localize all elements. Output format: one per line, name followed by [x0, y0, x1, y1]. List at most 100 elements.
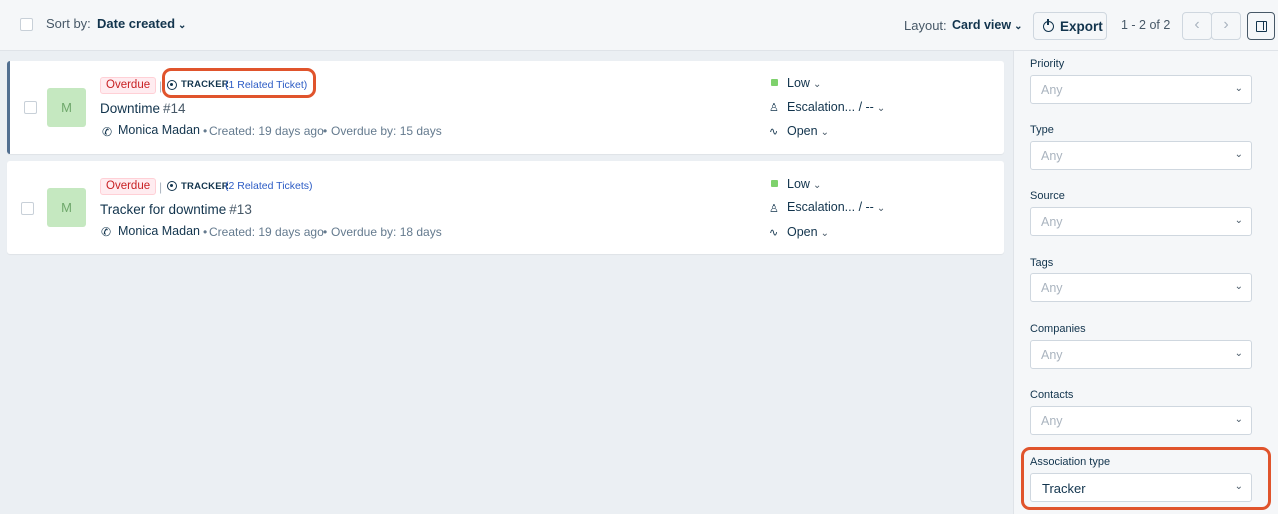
- status-value: Open: [787, 124, 818, 138]
- related-tickets-link[interactable]: (2 Related Tickets): [225, 180, 313, 192]
- chevron-down-icon: ⌄: [1234, 215, 1243, 226]
- tracker-icon: [167, 181, 177, 191]
- priority-value: Low: [787, 177, 810, 191]
- priority-value: Low: [787, 76, 810, 90]
- toolbar: Sort by: Date created ⌄ Layout: Card view…: [0, 0, 1278, 51]
- chevron-down-icon: ⌄: [1234, 348, 1243, 359]
- layout-label: Layout:: [904, 18, 947, 33]
- avatar: M: [47, 88, 86, 127]
- filter-type-value: Any: [1041, 149, 1063, 163]
- priority-dropdown[interactable]: Low ⌄: [787, 76, 821, 90]
- annotation-highlight: [162, 68, 316, 98]
- status-dropdown[interactable]: Open ⌄: [787, 124, 829, 138]
- filter-companies-value: Any: [1041, 348, 1063, 362]
- layout-dropdown[interactable]: Card view ⌄: [952, 18, 1022, 32]
- phone-icon: ✆: [101, 225, 112, 239]
- chevron-down-icon: ⌄: [876, 103, 886, 114]
- status-icon: ∿: [769, 126, 779, 138]
- chevron-down-icon: ⌄: [178, 20, 187, 31]
- priority-indicator: [771, 180, 778, 187]
- prev-page-button[interactable]: ‹: [1182, 12, 1212, 40]
- export-icon: [1043, 19, 1054, 32]
- ticket-number: #13: [229, 202, 252, 217]
- ticket-title-text: Downtime: [100, 101, 161, 116]
- contact-name[interactable]: Monica Madan: [118, 224, 200, 238]
- ticket-checkbox[interactable]: [24, 101, 37, 114]
- chevron-down-icon: ⌄: [1234, 281, 1243, 292]
- ticket-number: #14: [163, 101, 186, 116]
- group-agent-value: Escalation... / --: [787, 100, 874, 114]
- filter-contacts-select[interactable]: Any ⌄: [1030, 406, 1252, 435]
- created-time: Created: 19 days ago: [209, 225, 324, 239]
- filter-label-priority: Priority: [1030, 58, 1065, 70]
- status-dropdown[interactable]: Open ⌄: [787, 225, 829, 239]
- chevron-left-icon: ‹: [1194, 16, 1200, 33]
- select-all-checkbox[interactable]: [20, 18, 33, 31]
- chevron-down-icon: ⌄: [1234, 149, 1243, 160]
- filter-companies-select[interactable]: Any ⌄: [1030, 340, 1252, 369]
- chevron-down-icon: ⌄: [876, 203, 886, 214]
- chevron-down-icon: ⌄: [820, 228, 829, 239]
- status-icon: ∿: [769, 227, 779, 239]
- chevron-down-icon: ⌄: [812, 180, 822, 191]
- filter-type-select[interactable]: Any ⌄: [1030, 141, 1252, 170]
- filter-source-value: Any: [1041, 215, 1063, 229]
- group-agent-dropdown[interactable]: Escalation... / -- ⌄: [787, 200, 885, 214]
- contact-name[interactable]: Monica Madan: [118, 123, 200, 137]
- filter-tags-select[interactable]: Any ⌄: [1030, 273, 1252, 302]
- overdue-time: Overdue by: 15 days: [331, 124, 442, 138]
- chevron-down-icon: ⌄: [812, 79, 822, 90]
- filter-label-contacts: Contacts: [1030, 389, 1074, 401]
- ticket-checkbox[interactable]: [21, 202, 34, 215]
- sort-dropdown[interactable]: Date created ⌄: [97, 16, 186, 31]
- overdue-time: Overdue by: 18 days: [331, 225, 442, 239]
- separator-dot: •: [323, 124, 328, 138]
- filter-label-companies: Companies: [1030, 323, 1086, 335]
- separator-dot: •: [203, 124, 208, 138]
- filter-priority-value: Any: [1041, 83, 1063, 97]
- ticket-title-text: Tracker for downtime: [100, 202, 227, 217]
- filter-label-type: Type: [1030, 124, 1054, 136]
- next-page-button[interactable]: ›: [1211, 12, 1241, 40]
- chevron-down-icon: ⌄: [1234, 83, 1243, 94]
- pagination-info: 1 - 2 of 2: [1121, 18, 1171, 32]
- separator: |: [159, 180, 163, 194]
- filter-label-source: Source: [1030, 190, 1065, 202]
- export-label: Export: [1060, 19, 1103, 34]
- separator-dot: •: [203, 225, 208, 239]
- status-value: Open: [787, 225, 818, 239]
- ticket-card[interactable]: M Overdue | TRACKER (1 Related Ticket) D…: [7, 61, 1004, 154]
- avatar: M: [47, 188, 86, 227]
- priority-dropdown[interactable]: Low ⌄: [787, 177, 821, 191]
- user-icon: ♙: [769, 203, 779, 215]
- ticket-title[interactable]: Tracker for downtime #13: [100, 202, 252, 217]
- priority-indicator: [771, 79, 778, 86]
- ticket-card[interactable]: M Overdue | TRACKER (2 Related Tickets) …: [7, 161, 1004, 254]
- group-agent-dropdown[interactable]: Escalation... / -- ⌄: [787, 100, 885, 114]
- sort-label: Sort by:: [46, 16, 91, 31]
- phone-icon: ✆: [102, 125, 113, 139]
- status-badge: Overdue: [100, 77, 157, 94]
- filter-priority-select[interactable]: Any ⌄: [1030, 75, 1252, 104]
- panel-toggle-icon: [1256, 21, 1267, 32]
- filter-label-tags: Tags: [1030, 257, 1054, 269]
- tracker-label: TRACKER: [181, 181, 229, 192]
- sort-value: Date created: [97, 16, 176, 31]
- created-time: Created: 19 days ago: [209, 124, 324, 138]
- toggle-filter-panel-button[interactable]: [1247, 12, 1275, 40]
- layout-value: Card view: [952, 18, 1012, 32]
- filter-panel: Priority Any ⌄ Type Any ⌄ Source Any ⌄ Tags…: [1013, 51, 1278, 514]
- annotation-highlight: [1021, 447, 1271, 510]
- separator-dot: •: [323, 225, 328, 239]
- filter-tags-value: Any: [1041, 281, 1063, 295]
- group-agent-value: Escalation... / --: [787, 200, 874, 214]
- export-button[interactable]: Export: [1033, 12, 1107, 40]
- chevron-down-icon: ⌄: [1234, 414, 1243, 425]
- filter-contacts-value: Any: [1041, 414, 1063, 428]
- status-badge: Overdue: [100, 178, 157, 195]
- filter-source-select[interactable]: Any ⌄: [1030, 207, 1252, 236]
- chevron-down-icon: ⌄: [1014, 21, 1023, 32]
- chevron-right-icon: ›: [1223, 16, 1229, 33]
- ticket-title[interactable]: Downtime #14: [100, 101, 186, 116]
- chevron-down-icon: ⌄: [820, 127, 829, 138]
